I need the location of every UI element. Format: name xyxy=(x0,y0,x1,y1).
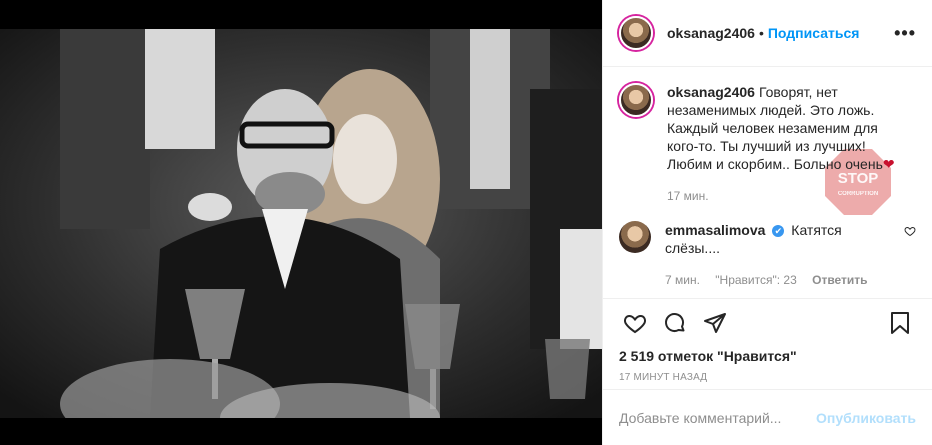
commenter-avatar[interactable] xyxy=(619,221,651,253)
red-heart-emoji: ❤ xyxy=(882,156,895,172)
author-username[interactable]: oksanag2406 xyxy=(667,25,755,41)
photo-illustration xyxy=(0,29,602,418)
save-bookmark-icon[interactable] xyxy=(880,303,920,343)
likes-count[interactable]: 2 519 отметок "Нравится" xyxy=(603,346,932,366)
comment-bubble-icon[interactable] xyxy=(655,303,695,343)
more-options-icon[interactable]: ••• xyxy=(894,24,916,42)
follow-button[interactable]: Подписаться xyxy=(768,25,860,41)
comment-input[interactable] xyxy=(619,409,817,426)
commenter-username[interactable]: emmasalimova xyxy=(665,222,765,238)
post-photo[interactable] xyxy=(0,29,602,418)
author-avatar[interactable] xyxy=(619,16,653,50)
comment-meta: 7 мин. "Нравится": 23 Ответить xyxy=(665,271,895,289)
instagram-post-window: oksanag2406 • Подписаться ••• STOP CORRU… xyxy=(0,0,932,445)
post-header: oksanag2406 • Подписаться ••• xyxy=(603,0,932,67)
separator-dot: • xyxy=(758,25,764,41)
comment-body: emmasalimova ✔ Катятся слёзы.... 7 мин. "… xyxy=(665,221,895,289)
comment-time[interactable]: 7 мин. xyxy=(665,273,700,287)
caption-time[interactable]: 17 мин. xyxy=(667,189,709,203)
publish-button[interactable]: Опубликовать xyxy=(816,410,916,426)
caption-avatar[interactable] xyxy=(619,83,653,117)
post-sidebar: oksanag2406 • Подписаться ••• STOP CORRU… xyxy=(602,0,932,445)
caption-meta: 17 мин. xyxy=(667,187,912,205)
caption-username[interactable]: oksanag2406 xyxy=(667,84,755,100)
post-actions-bar xyxy=(603,298,932,346)
reply-button[interactable]: Ответить xyxy=(812,273,867,287)
comment-item: emmasalimova ✔ Катятся слёзы.... 7 мин. "… xyxy=(619,221,916,289)
comments-list[interactable]: STOP CORRUPTION oksanag2406 Говорят, нет … xyxy=(603,67,932,298)
share-paper-plane-icon[interactable] xyxy=(695,303,735,343)
verified-badge-icon: ✔ xyxy=(772,225,785,238)
add-comment-bar: Опубликовать xyxy=(603,389,932,445)
caption: oksanag2406 Говорят, нет незаменимых люде… xyxy=(619,83,916,205)
like-heart-icon[interactable] xyxy=(615,303,655,343)
caption-body: oksanag2406 Говорят, нет незаменимых люде… xyxy=(667,83,912,205)
comment-like-heart-icon[interactable] xyxy=(904,225,916,237)
comment-like-count[interactable]: "Нравится": 23 xyxy=(715,273,797,287)
